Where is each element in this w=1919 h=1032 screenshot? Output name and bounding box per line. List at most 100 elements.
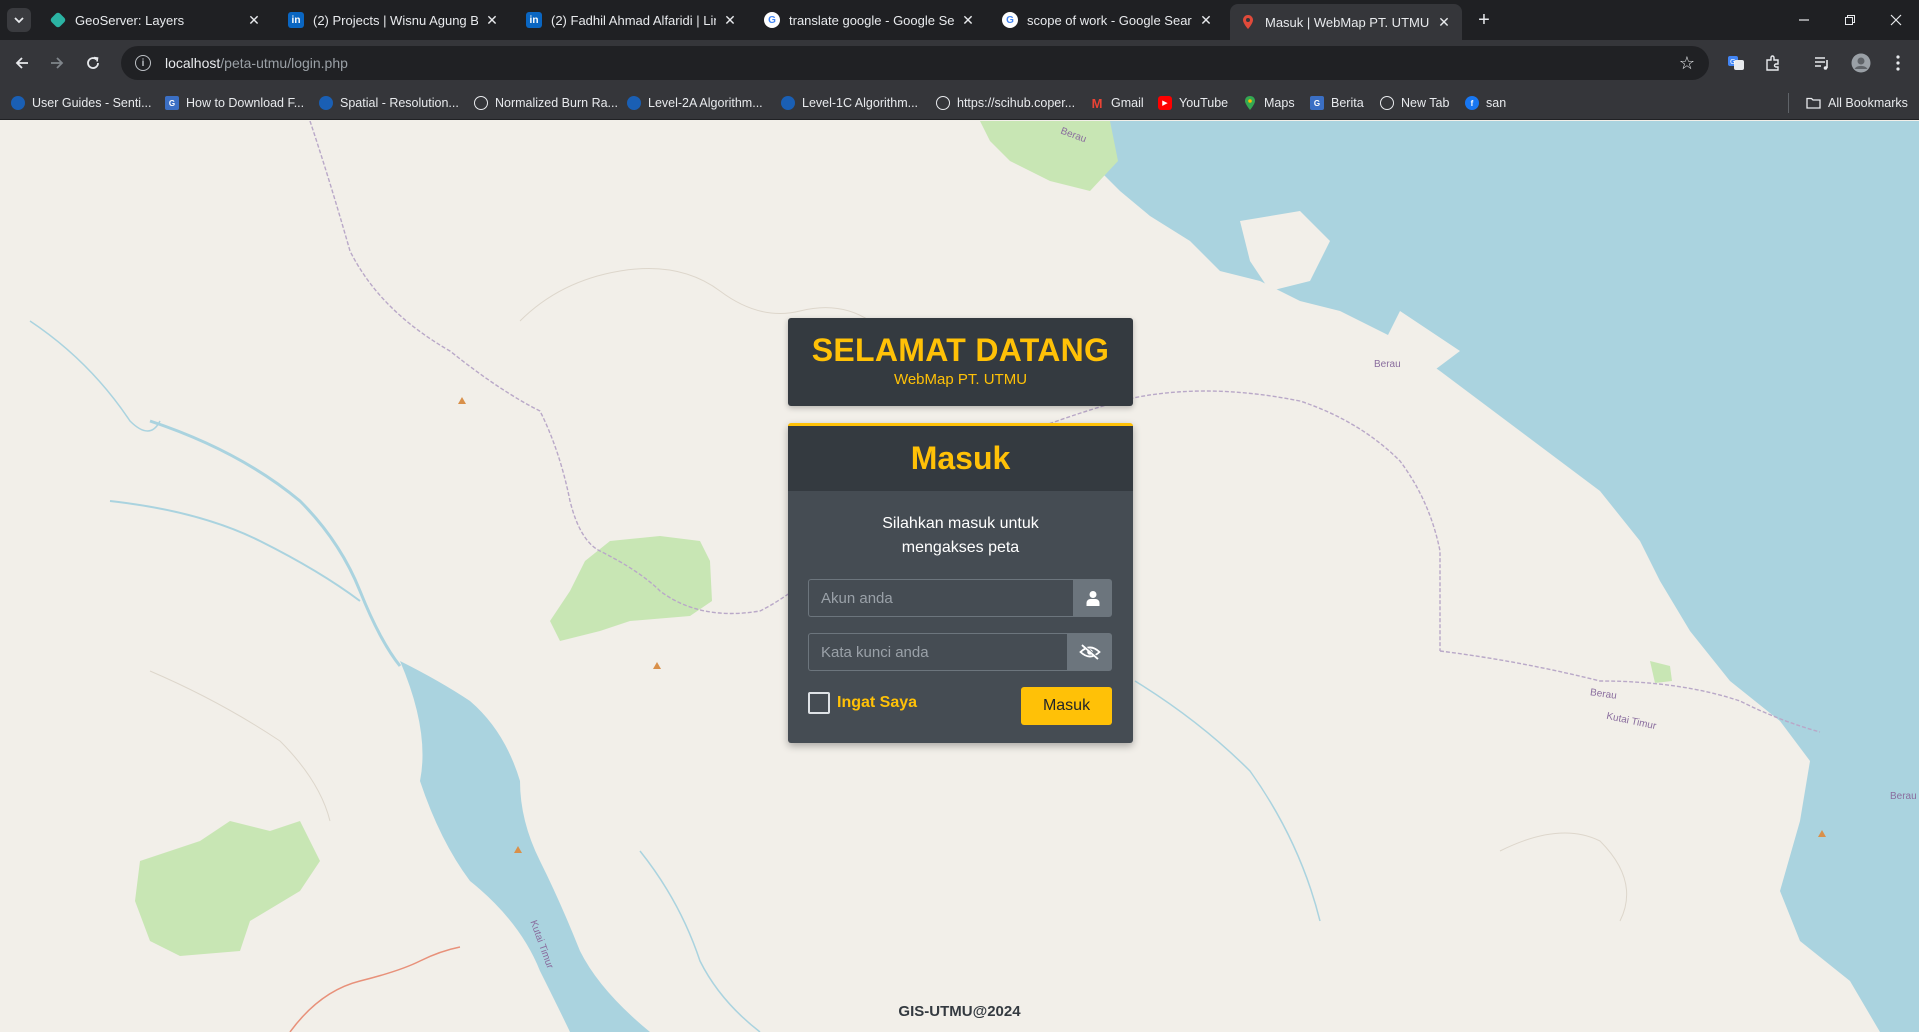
bookmark-item[interactable]: https://scihub.coper... <box>936 94 1075 112</box>
password-input[interactable] <box>808 633 1067 671</box>
river-estuary <box>400 661 650 1032</box>
bookmark-item[interactable]: User Guides - Senti... <box>11 94 152 112</box>
google-icon: G <box>1002 12 1018 28</box>
bookmark-star-icon[interactable]: ☆ <box>1679 53 1695 74</box>
login-card-header: Masuk <box>788 426 1133 491</box>
profile-avatar[interactable] <box>1849 51 1873 75</box>
welcome-panel: SELAMAT DATANG WebMap PT. UTMU <box>788 318 1133 406</box>
globe-icon <box>1380 96 1394 110</box>
back-button[interactable] <box>8 49 36 77</box>
tab-webmap-active[interactable]: Masuk | WebMap PT. UTMU ✕ <box>1230 4 1462 40</box>
tab-title: translate google - Google Searc <box>789 12 954 28</box>
minimize-button[interactable] <box>1781 0 1827 40</box>
login-message: Silahkan masuk untuk mengakses peta <box>882 515 1039 556</box>
peak-icon <box>653 662 661 669</box>
all-bookmarks-button[interactable]: All Bookmarks <box>1806 94 1908 112</box>
login-submit-button[interactable]: Masuk <box>1021 687 1112 725</box>
remember-me-label: Ingat Saya <box>837 694 918 711</box>
bookmark-favicon-icon <box>781 96 795 110</box>
globe-icon <box>936 96 950 110</box>
bookmark-youtube[interactable]: ▶ YouTube <box>1158 94 1228 112</box>
tab-linkedin-projects[interactable]: in (2) Projects | Wisnu Agung Bhar ✕ <box>278 4 510 36</box>
password-group <box>808 633 1112 671</box>
browser-menu-icon[interactable] <box>1886 51 1910 75</box>
bookmark-san[interactable]: f san <box>1465 94 1506 112</box>
bookmark-item[interactable]: Spatial - Resolution... <box>319 94 459 112</box>
restore-button[interactable] <box>1827 0 1873 40</box>
close-icon[interactable]: ✕ <box>484 12 500 28</box>
bookmark-favicon-icon <box>11 96 25 110</box>
youtube-icon: ▶ <box>1158 96 1172 110</box>
bookmark-item[interactable]: G How to Download F... <box>165 94 304 112</box>
bookmark-favicon-icon: G <box>165 96 179 110</box>
login-title: Masuk <box>910 440 1011 476</box>
linkedin-icon: in <box>288 12 304 28</box>
translate-extension-icon[interactable]: G <box>1724 51 1748 75</box>
close-icon[interactable]: ✕ <box>960 12 976 28</box>
login-card: Masuk Silahkan masuk untuk mengakses pet… <box>788 423 1133 743</box>
svg-text:G: G <box>1730 58 1735 66</box>
close-icon[interactable]: ✕ <box>1198 12 1214 28</box>
park-area <box>135 821 320 956</box>
tab-google-translate[interactable]: G translate google - Google Searc ✕ <box>754 4 986 36</box>
tab-title: (2) Projects | Wisnu Agung Bhar <box>313 12 478 28</box>
facebook-icon: f <box>1465 96 1479 110</box>
new-tab-button[interactable]: + <box>1472 8 1496 32</box>
close-icon[interactable]: ✕ <box>1436 14 1452 30</box>
bookmark-favicon-icon <box>319 96 333 110</box>
reload-button[interactable] <box>79 49 107 77</box>
close-icon[interactable]: ✕ <box>246 12 262 28</box>
gmail-icon: M <box>1091 95 1103 111</box>
address-bar[interactable]: i localhost/peta-utmu/login.php ☆ <box>121 46 1709 80</box>
close-icon <box>1890 14 1902 26</box>
bookmarks-divider <box>1788 93 1789 113</box>
map-label: Berau <box>1374 359 1401 370</box>
extensions-icon[interactable] <box>1761 51 1785 75</box>
checkbox-box[interactable] <box>808 692 830 714</box>
media-controls-icon[interactable] <box>1810 51 1834 75</box>
bookmark-item[interactable]: Level-1C Algorithm... <box>781 94 918 112</box>
remember-me-checkbox[interactable]: Ingat Saya <box>808 692 917 714</box>
minimize-icon <box>1799 19 1809 21</box>
welcome-subtitle: WebMap PT. UTMU <box>893 371 1028 388</box>
bookmark-item[interactable]: Normalized Burn Ra... <box>474 94 618 112</box>
reload-icon <box>87 56 99 69</box>
bookmark-maps[interactable]: Maps <box>1243 94 1295 112</box>
eye-slash-icon[interactable] <box>1067 633 1112 671</box>
chevron-down-icon <box>14 17 24 24</box>
bookmark-item[interactable]: Level-2A Algorithm... <box>627 94 763 112</box>
welcome-title: SELAMAT DATANG <box>811 332 1110 368</box>
tab-geoserver[interactable]: GeoServer: Layers ✕ <box>40 4 272 36</box>
peak-icon <box>458 397 466 404</box>
folder-icon <box>1806 97 1821 109</box>
park-area <box>980 121 1118 191</box>
arrow-left-icon <box>15 57 28 69</box>
restore-icon <box>1845 15 1855 25</box>
footer-copyright: GIS-UTMU@2024 <box>898 1003 1021 1020</box>
tab-search-button[interactable] <box>7 8 31 32</box>
bookmark-berita[interactable]: G Berita <box>1310 94 1364 112</box>
sea-area <box>1010 121 1919 1032</box>
bookmark-gmail[interactable]: M Gmail <box>1090 94 1144 112</box>
window-close-button[interactable] <box>1873 0 1919 40</box>
tab-google-scope[interactable]: G scope of work - Google Search ✕ <box>992 4 1224 36</box>
webmap-icon <box>1240 14 1256 30</box>
bookmarks-bar: User Guides - Senti... G How to Download … <box>0 86 1919 120</box>
bookmark-favicon-icon: G <box>1310 96 1324 110</box>
username-input[interactable] <box>808 579 1073 617</box>
forward-button[interactable] <box>43 49 71 77</box>
bookmark-new-tab[interactable]: New Tab <box>1380 94 1449 112</box>
site-info-icon[interactable]: i <box>135 55 151 71</box>
url-text: localhost/peta-utmu/login.php <box>165 55 348 71</box>
park-area <box>550 536 712 641</box>
tab-bar: GeoServer: Layers ✕ in (2) Projects | Wi… <box>0 0 1919 40</box>
bookmark-favicon-icon <box>627 96 641 110</box>
geoserver-icon <box>49 11 67 29</box>
arrow-right-icon <box>51 57 64 69</box>
tab-linkedin-profile[interactable]: in (2) Fadhil Ahmad Alfaridi | Linke ✕ <box>516 4 748 36</box>
tab-title: Masuk | WebMap PT. UTMU <box>1265 14 1430 30</box>
google-icon: G <box>764 12 780 28</box>
tab-title: (2) Fadhil Ahmad Alfaridi | Linke <box>551 12 716 28</box>
close-icon[interactable]: ✕ <box>722 12 738 28</box>
maps-pin-icon <box>1243 96 1257 110</box>
